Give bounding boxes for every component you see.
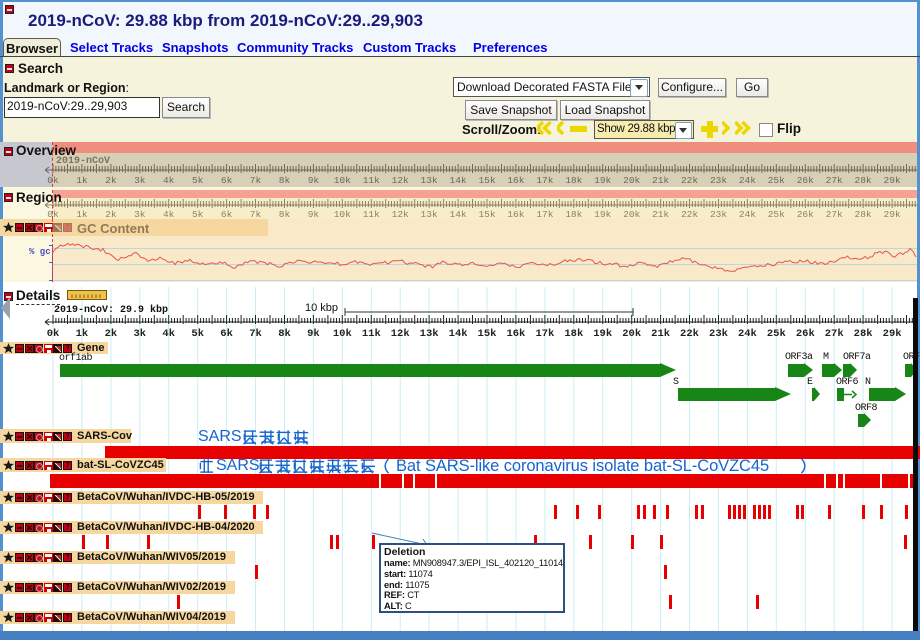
svg-text:17k: 17k	[536, 175, 553, 186]
svg-text:5k: 5k	[191, 328, 204, 339]
svg-text:4k: 4k	[163, 175, 175, 186]
svg-text:22k: 22k	[680, 328, 699, 339]
svg-text:1k: 1k	[76, 328, 89, 339]
svg-text:19k: 19k	[594, 175, 611, 186]
svg-text:15k: 15k	[478, 175, 495, 186]
svg-text:18k: 18k	[565, 209, 582, 219]
svg-text:18k: 18k	[564, 328, 583, 339]
svg-text:20k: 20k	[623, 209, 640, 219]
svg-text:17k: 17k	[536, 209, 553, 219]
svg-text:13k: 13k	[421, 209, 438, 219]
svg-text:3k: 3k	[133, 328, 146, 339]
svg-text:16k: 16k	[507, 209, 524, 219]
svg-text:28k: 28k	[855, 175, 872, 186]
svg-text:11k: 11k	[362, 328, 381, 339]
svg-text:1k: 1k	[76, 209, 88, 219]
svg-text:5k: 5k	[192, 209, 204, 219]
svg-text:27k: 27k	[826, 209, 843, 219]
svg-text:10k: 10k	[334, 209, 351, 219]
svg-text:7k: 7k	[249, 328, 262, 339]
svg-text:8k: 8k	[279, 175, 291, 186]
svg-text:24k: 24k	[739, 209, 756, 219]
svg-text:19k: 19k	[593, 328, 612, 339]
svg-text:5k: 5k	[192, 175, 204, 186]
svg-text:29k: 29k	[884, 175, 901, 186]
svg-text:28k: 28k	[854, 328, 873, 339]
svg-text:29k: 29k	[884, 209, 901, 219]
svg-text:20k: 20k	[623, 175, 640, 186]
svg-text:11k: 11k	[363, 175, 380, 186]
svg-text:25k: 25k	[768, 209, 785, 219]
svg-text:21k: 21k	[652, 175, 669, 186]
svg-text:2k: 2k	[105, 328, 118, 339]
svg-text:23k: 23k	[709, 328, 728, 339]
svg-text:26k: 26k	[796, 328, 815, 339]
svg-text:15k: 15k	[478, 328, 497, 339]
svg-text:11k: 11k	[363, 209, 380, 219]
svg-text:6k: 6k	[220, 328, 233, 339]
svg-text:2k: 2k	[105, 175, 117, 186]
svg-text:6k: 6k	[221, 175, 233, 186]
svg-text:10k: 10k	[334, 175, 351, 186]
svg-text:13k: 13k	[421, 175, 438, 186]
svg-text:22k: 22k	[681, 175, 698, 186]
svg-text:20k: 20k	[622, 328, 641, 339]
svg-text:12k: 12k	[392, 175, 409, 186]
svg-text:12k: 12k	[392, 209, 409, 219]
svg-text:22k: 22k	[681, 209, 698, 219]
svg-text:19k: 19k	[594, 209, 611, 219]
svg-text:28k: 28k	[855, 209, 872, 219]
svg-text:23k: 23k	[710, 209, 727, 219]
svg-text:27k: 27k	[826, 175, 843, 186]
svg-text:26k: 26k	[797, 209, 814, 219]
svg-text:3k: 3k	[134, 209, 146, 219]
svg-text:27k: 27k	[825, 328, 844, 339]
svg-text:24k: 24k	[738, 328, 757, 339]
svg-text:12k: 12k	[391, 328, 410, 339]
svg-text:29k: 29k	[883, 328, 902, 339]
svg-text:6k: 6k	[221, 209, 233, 219]
svg-text:9k: 9k	[308, 175, 320, 186]
svg-text:0k: 0k	[47, 209, 59, 219]
svg-text:2k: 2k	[105, 209, 117, 219]
svg-text:4k: 4k	[162, 328, 175, 339]
svg-text:7k: 7k	[250, 209, 262, 219]
svg-text:14k: 14k	[450, 175, 467, 186]
svg-text:9k: 9k	[307, 328, 320, 339]
svg-text:16k: 16k	[507, 175, 524, 186]
svg-text:13k: 13k	[420, 328, 439, 339]
svg-text:26k: 26k	[797, 175, 814, 186]
svg-text:7k: 7k	[250, 175, 262, 186]
svg-text:18k: 18k	[565, 175, 582, 186]
svg-text:16k: 16k	[506, 328, 525, 339]
svg-text:15k: 15k	[478, 209, 495, 219]
svg-text:23k: 23k	[710, 175, 727, 186]
svg-text:25k: 25k	[768, 175, 785, 186]
svg-text:21k: 21k	[652, 209, 669, 219]
svg-text:3k: 3k	[134, 175, 146, 186]
svg-text:10k: 10k	[333, 328, 352, 339]
svg-text:21k: 21k	[651, 328, 670, 339]
svg-text:25k: 25k	[767, 328, 786, 339]
svg-text:17k: 17k	[535, 328, 554, 339]
svg-text:9k: 9k	[308, 209, 320, 219]
svg-text:8k: 8k	[279, 209, 291, 219]
svg-text:0k: 0k	[47, 328, 60, 339]
svg-text:4k: 4k	[163, 209, 175, 219]
svg-text:1k: 1k	[76, 175, 88, 186]
svg-text:24k: 24k	[739, 175, 756, 186]
svg-text:0k: 0k	[47, 175, 59, 186]
svg-text:14k: 14k	[449, 328, 468, 339]
svg-text:14k: 14k	[450, 209, 467, 219]
svg-text:8k: 8k	[278, 328, 291, 339]
